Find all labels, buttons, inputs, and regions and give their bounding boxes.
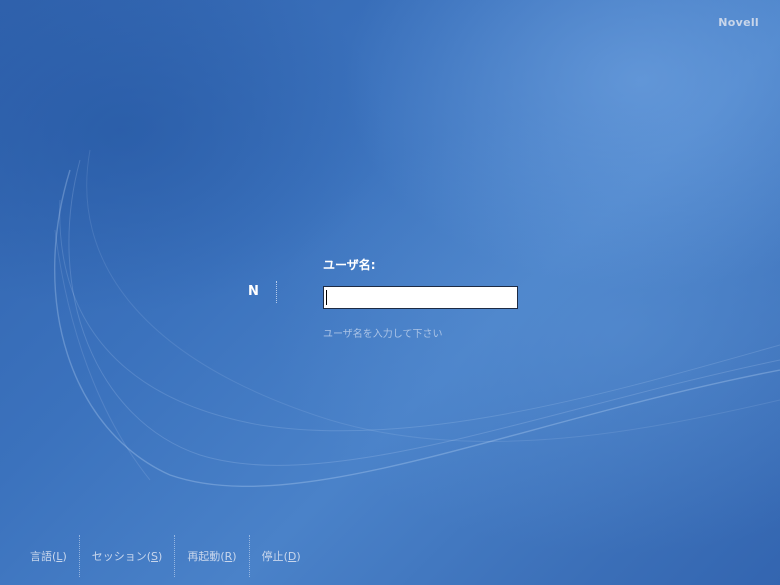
session-menu-label: セッション <box>91 550 147 563</box>
language-menu-mnemonic: L <box>56 550 63 563</box>
bottom-menu-bar: 言語(L) セッション(S) 再起動(R) 停止(D) <box>18 535 313 577</box>
logo-separator <box>276 281 277 303</box>
text-cursor <box>326 290 327 305</box>
username-input[interactable] <box>323 286 518 309</box>
shutdown-mnemonic: D <box>287 550 297 563</box>
language-menu-button[interactable]: 言語(L) <box>18 548 79 564</box>
restart-label: 再起動 <box>187 550 221 563</box>
restart-button[interactable]: 再起動(R) <box>175 548 248 564</box>
shutdown-label: 停止 <box>261 550 284 563</box>
language-menu-label: 言語 <box>30 550 52 563</box>
novell-n-logo-icon: N <box>248 284 259 299</box>
username-hint: ユーザ名を入力して下さい <box>323 329 443 340</box>
session-menu-mnemonic: S <box>151 550 159 563</box>
shutdown-button[interactable]: 停止(D) <box>250 548 313 564</box>
session-menu-button[interactable]: セッション(S) <box>80 548 175 564</box>
novell-brand-logo: Novell <box>718 16 759 29</box>
restart-mnemonic: R <box>224 550 233 563</box>
username-label: ユーザ名: <box>323 258 376 272</box>
